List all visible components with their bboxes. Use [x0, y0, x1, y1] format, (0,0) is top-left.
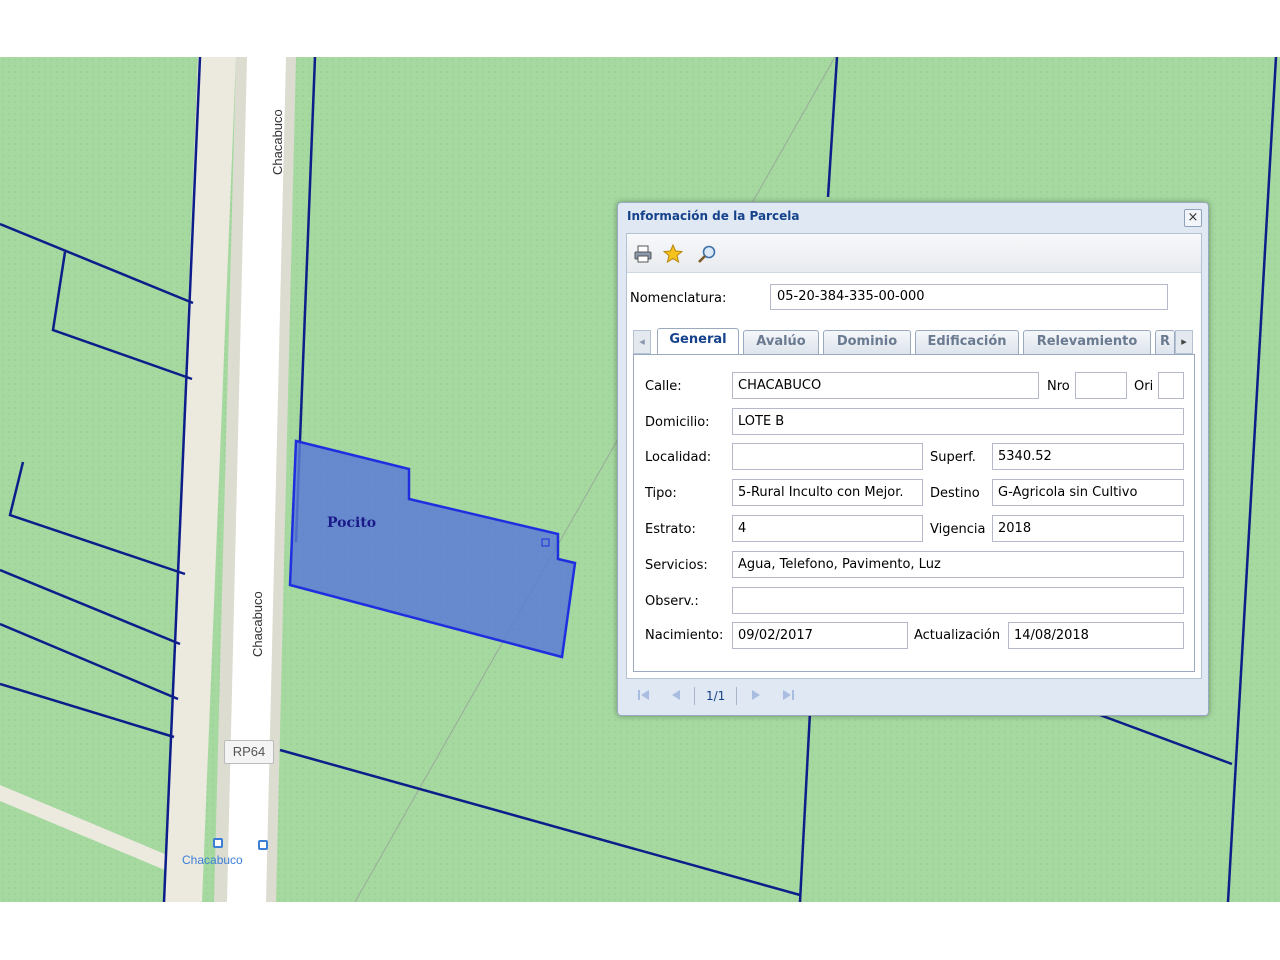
last-page-icon[interactable] [780, 687, 796, 703]
vigencia-label: Vigencia [930, 522, 986, 537]
destino-field[interactable]: G-Agricola sin Cultivo [992, 479, 1184, 506]
bus-stop-icon[interactable] [213, 838, 223, 848]
dialog-title: Información de la Parcela [627, 209, 800, 223]
nacimiento-field[interactable]: 09/02/2017 [732, 622, 908, 649]
pager-separator [736, 687, 737, 705]
nro-label: Nro [1047, 379, 1070, 394]
nro-field[interactable] [1075, 372, 1127, 399]
general-tab-panel: Calle: CHACABUCO Nro Ori Domicilio: LOTE… [633, 354, 1195, 672]
road-label-upper: Chacabuco [270, 109, 285, 175]
dialog-body: Nomenclatura: 05-20-384-335-00-000 ◂ Gen… [626, 233, 1202, 679]
localidad-label: Localidad: [645, 450, 712, 465]
next-page-icon[interactable] [748, 687, 764, 703]
domicilio-label: Domicilio: [645, 415, 710, 430]
servicios-field[interactable]: Agua, Telefono, Pavimento, Luz [732, 551, 1184, 578]
observ-label: Observ.: [645, 594, 699, 609]
tab-general[interactable]: General [657, 328, 739, 355]
superf-label: Superf. [930, 450, 976, 465]
tab-dominio[interactable]: Dominio [823, 330, 911, 354]
actualizacion-label: Actualización [914, 628, 1001, 643]
ori-label: Ori [1134, 379, 1154, 394]
nomenclatura-label: Nomenclatura: [630, 291, 727, 306]
vigencia-field[interactable]: 2018 [992, 515, 1184, 542]
superf-field[interactable]: 5340.52 [992, 443, 1184, 470]
record-pager: 1/1 [626, 681, 1200, 709]
calle-label: Calle: [645, 379, 682, 394]
nacimiento-label: Nacimiento: [645, 628, 724, 643]
localidad-field[interactable] [732, 443, 923, 470]
destino-label: Destino [930, 486, 980, 501]
nomenclatura-field[interactable]: 05-20-384-335-00-000 [770, 284, 1168, 310]
first-page-icon[interactable] [636, 687, 652, 703]
estrato-field[interactable]: 4 [732, 515, 923, 542]
tipo-field[interactable]: 5-Rural Inculto con Mejor. [732, 479, 923, 506]
road-label-lower: Chacabuco [250, 591, 265, 657]
page-indicator: 1/1 [706, 689, 726, 703]
estrato-label: Estrato: [645, 522, 696, 537]
tab-edificacion[interactable]: Edificación [915, 330, 1019, 354]
print-icon[interactable] [633, 244, 653, 264]
tipo-label: Tipo: [645, 486, 677, 501]
bus-stop-icon[interactable] [258, 840, 268, 850]
calle-field[interactable]: CHACABUCO [732, 372, 1039, 399]
tab-bar: ◂ General Avalúo Dominio Edificación Rel… [633, 328, 1195, 355]
ori-field[interactable] [1158, 372, 1184, 399]
parcel-label: Pocito [327, 515, 376, 531]
tab-scroll-left-icon[interactable]: ◂ [633, 330, 651, 354]
servicios-label: Servicios: [645, 558, 708, 573]
magnifier-icon[interactable] [697, 244, 717, 264]
actualizacion-field[interactable]: 14/08/2018 [1008, 622, 1184, 649]
domicilio-field[interactable]: LOTE B [732, 408, 1184, 435]
close-icon[interactable]: × [1184, 209, 1202, 227]
parcel-info-dialog[interactable]: Información de la Parcela × Nomenclatura… [617, 202, 1209, 716]
tab-avaluo[interactable]: Avalúo [743, 330, 819, 354]
route-shield: RP64 [224, 740, 274, 764]
dialog-toolbar [627, 234, 1201, 273]
tab-scroll-right-icon[interactable]: ▸ [1175, 330, 1193, 354]
prev-page-icon[interactable] [668, 687, 684, 703]
bus-stop-label[interactable]: Chacabuco [182, 853, 243, 867]
dialog-header[interactable]: Información de la Parcela × [618, 203, 1208, 233]
tab-more[interactable]: R [1155, 330, 1175, 354]
pager-separator [694, 687, 695, 705]
star-icon[interactable] [663, 244, 683, 264]
observ-field[interactable] [732, 587, 1184, 614]
tab-relevamiento[interactable]: Relevamiento [1023, 330, 1151, 354]
